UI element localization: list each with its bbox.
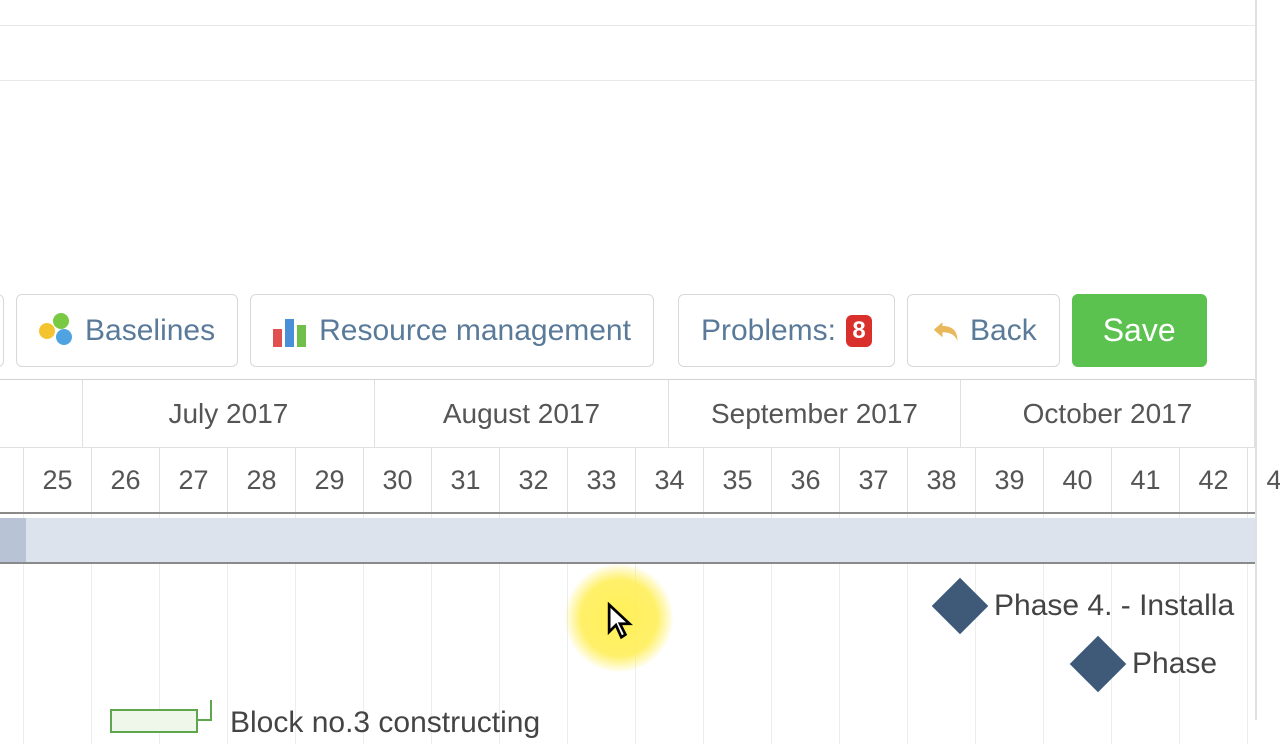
timeline-week: 35: [704, 448, 772, 512]
diamond-icon: [1070, 636, 1127, 693]
panel-edge: [1255, 0, 1257, 720]
timeline-months-row: July 2017August 2017September 2017Octobe…: [0, 380, 1255, 448]
back-button[interactable]: Back: [907, 294, 1060, 367]
task-label: Block no.3 constructing: [230, 706, 540, 740]
cursor-icon: [605, 602, 635, 640]
timeline-week: 25: [24, 448, 92, 512]
timeline-week: 36: [772, 448, 840, 512]
timeline-week: 34: [636, 448, 704, 512]
milestone-label: Phase: [1132, 647, 1217, 681]
timeline-week: 30: [364, 448, 432, 512]
problems-button[interactable]: Problems: 8: [678, 294, 895, 367]
resource-management-label: Resource management: [319, 314, 631, 348]
problems-label: Problems:: [701, 314, 836, 348]
timeline-week: 26: [92, 448, 160, 512]
timeline-week: [0, 448, 24, 512]
timeline-weeks-row: 25262728293031323334353637383940414243: [0, 448, 1255, 514]
resource-management-button[interactable]: Resource management: [250, 294, 654, 367]
divider: [0, 80, 1255, 81]
save-label: Save: [1103, 312, 1176, 349]
timeline-week: 28: [228, 448, 296, 512]
timeline-week: 33: [568, 448, 636, 512]
timeline-month: October 2017: [961, 380, 1255, 448]
bar-chart-icon: [273, 315, 309, 347]
problems-count-badge: 8: [846, 315, 872, 347]
timeline-week: 31: [432, 448, 500, 512]
toolbar: th Baselines Resource management Problem…: [0, 294, 1255, 367]
task-bar-block3[interactable]: [110, 709, 198, 733]
task-connector: [210, 700, 212, 721]
timeline-month: September 2017: [669, 380, 961, 448]
milestone-label: Phase 4. - Installa: [994, 589, 1234, 623]
milestone-phase5[interactable]: Phase: [1078, 644, 1217, 684]
timeline-week: 32: [500, 448, 568, 512]
back-label: Back: [970, 314, 1037, 348]
timeline-week: 43: [1248, 448, 1280, 512]
timeline-week: 39: [976, 448, 1044, 512]
timeline-week: 27: [160, 448, 228, 512]
gantt-summary-bar[interactable]: [0, 518, 1255, 564]
timeline-month: July 2017: [83, 380, 375, 448]
milestone-phase4[interactable]: Phase 4. - Installa: [940, 586, 1234, 626]
toolbar-button-partial[interactable]: th: [0, 294, 4, 367]
gantt-summary-progress: [0, 518, 26, 562]
diamond-icon: [932, 578, 989, 635]
timeline-week: 40: [1044, 448, 1112, 512]
undo-icon: [930, 317, 960, 345]
timeline-month: August 2017: [375, 380, 669, 448]
timeline-week: 37: [840, 448, 908, 512]
timeline-week: 42: [1180, 448, 1248, 512]
gantt-timeline: July 2017August 2017September 2017Octobe…: [0, 379, 1255, 514]
timeline-week: 41: [1112, 448, 1180, 512]
timeline-week: 38: [908, 448, 976, 512]
timeline-month-partial: [0, 380, 83, 448]
baselines-label: Baselines: [85, 314, 215, 348]
baselines-button[interactable]: Baselines: [16, 294, 238, 367]
timeline-week: 29: [296, 448, 364, 512]
baselines-icon: [39, 313, 75, 349]
divider: [0, 25, 1255, 26]
save-button[interactable]: Save: [1072, 294, 1207, 367]
